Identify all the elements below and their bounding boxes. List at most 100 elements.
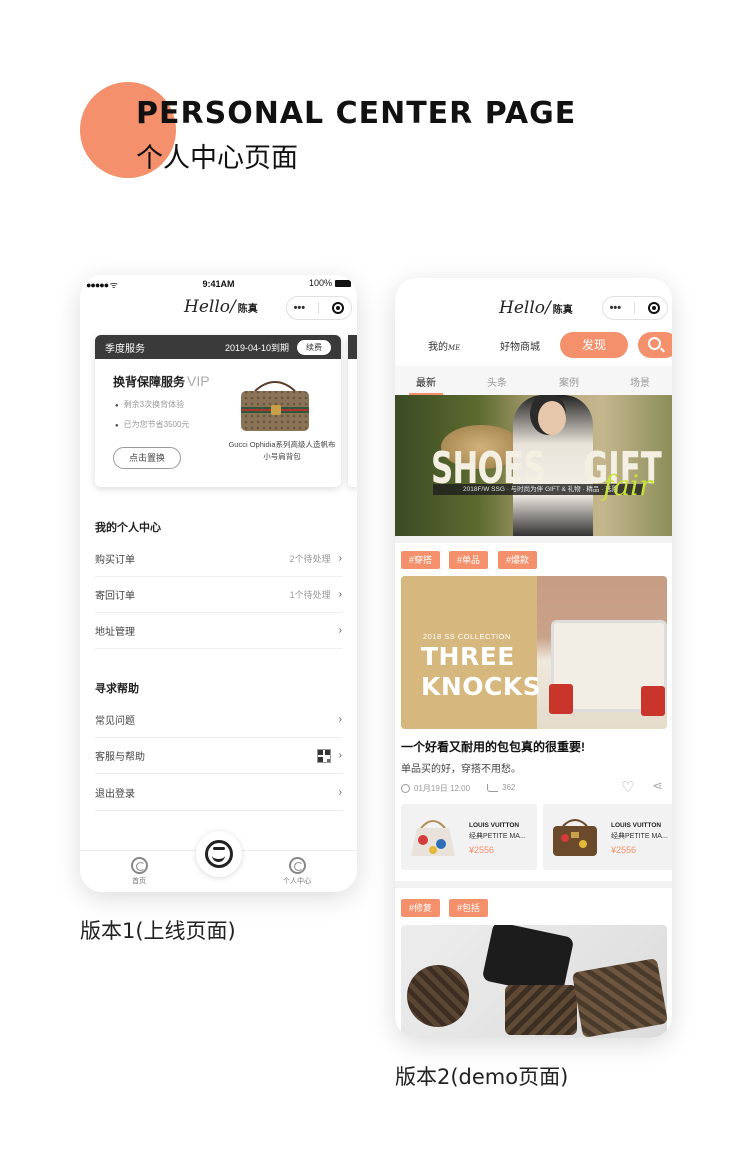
- tag-include[interactable]: #包括: [449, 899, 489, 917]
- heart-icon[interactable]: ♡: [621, 778, 634, 796]
- nav-discover-button[interactable]: 发现: [560, 332, 628, 358]
- tab-home-label: 首页: [132, 878, 146, 885]
- clock-icon: [401, 784, 410, 793]
- subtab-latest[interactable]: 最新: [416, 374, 436, 389]
- subtab-headline[interactable]: 头条: [487, 374, 507, 389]
- product-brand: LOUIS VUITTON: [469, 822, 520, 829]
- product-name: Gucci Ophidia系列高级人造帆布小号肩背包: [228, 440, 336, 461]
- hello-greeting: Hello/陈真: [184, 297, 258, 317]
- page-title-en: PERSONAL CENTER PAGE: [136, 96, 577, 131]
- row-customer-service[interactable]: 客服与帮助 ›: [95, 738, 342, 774]
- search-icon: [648, 337, 661, 350]
- subtab-cases[interactable]: 案例: [559, 374, 579, 389]
- nav-mine[interactable]: 我的ME: [428, 338, 460, 353]
- miniprogram-capsule[interactable]: •••: [602, 296, 668, 320]
- product-price: ¥2556: [611, 845, 637, 855]
- renew-button[interactable]: 续费: [297, 339, 331, 355]
- search-button[interactable]: [638, 332, 672, 358]
- tab-home[interactable]: 首页: [109, 857, 169, 886]
- row-label: 常见问题: [95, 716, 135, 727]
- row-purchase-orders[interactable]: 购买订单 2个待处理 ›: [95, 541, 342, 577]
- article-views-text: 362: [502, 783, 516, 792]
- share-icon[interactable]: ⋖: [652, 778, 663, 794]
- people-icon: [487, 783, 498, 792]
- row-label: 退出登录: [95, 789, 135, 800]
- nav-mine-label: 我的: [428, 342, 448, 353]
- row-label: 寄回订单: [95, 591, 135, 602]
- product-bag-image: [553, 819, 597, 856]
- phone-mockup-version1: ●●●●● ᯤ 9:41AM 100% Hello/陈真 ••• 季度服务 20…: [80, 275, 357, 892]
- chevron-right-icon: ›: [338, 787, 342, 798]
- tag-item[interactable]: #单品: [449, 551, 489, 569]
- row-label: 客服与帮助: [95, 752, 145, 763]
- tab-profile[interactable]: 个人中心: [267, 857, 327, 886]
- section-gap: [395, 881, 672, 888]
- profile-icon: [288, 857, 306, 874]
- logo-face-icon: [205, 840, 233, 868]
- more-menu-icon[interactable]: •••: [294, 302, 306, 314]
- chevron-right-icon: ›: [338, 553, 342, 564]
- row-logout[interactable]: 退出登录 ›: [95, 775, 342, 811]
- service-label: 季度服务: [105, 343, 145, 355]
- service-title: 换背保障服务 VIP: [113, 373, 210, 390]
- collection-label: 2018 SS COLLECTION: [423, 632, 511, 641]
- row-faq[interactable]: 常见问题 ›: [95, 702, 342, 738]
- service-savings: 已为您节省3500元: [115, 419, 190, 430]
- article-title[interactable]: 一个好看又耐用的包包真的很重要!: [401, 738, 585, 755]
- tag-hot[interactable]: #爆款: [498, 551, 538, 569]
- status-bar: ●●●●● ᯤ 9:41AM 100%: [80, 275, 357, 293]
- chevron-right-icon: ›: [338, 589, 342, 600]
- bags-photo[interactable]: [401, 925, 667, 1038]
- more-menu-icon[interactable]: •••: [610, 302, 622, 314]
- banner-script-fair: fair: [603, 469, 653, 502]
- nav-shop[interactable]: 好物商城: [500, 338, 540, 353]
- hello-greeting: Hello/陈真: [499, 298, 573, 318]
- close-target-icon[interactable]: [648, 302, 661, 314]
- capsule-divider: [634, 302, 636, 314]
- product-card[interactable]: LOUIS VUITTON 经典PETITE MA... ¥2556: [401, 804, 537, 870]
- hello-text: Hello/: [499, 298, 551, 318]
- service-card[interactable]: 季度服务 2019-04-10到期 续费 换背保障服务VIP 剩余3次换背体验 …: [95, 335, 341, 487]
- section-gap: [395, 536, 672, 543]
- caption-version2: 版本2(demo页面): [395, 1065, 569, 1089]
- tag-repair[interactable]: #修复: [401, 899, 441, 917]
- tag-outfit[interactable]: #穿搭: [401, 551, 441, 569]
- sub-tabs: 最新 头条 案例 场景: [395, 366, 672, 396]
- article-image[interactable]: 2018 SS COLLECTION THREE KNOCKS: [401, 576, 667, 729]
- help-title: 寻求帮助: [95, 683, 139, 695]
- tab-profile-label: 个人中心: [283, 878, 311, 885]
- swap-button[interactable]: 点击置换: [113, 447, 181, 469]
- promo-banner[interactable]: SHOES GIFT 2018F/W SSG · 与时尚为伴 GIFT & 礼物…: [395, 395, 672, 536]
- miniprogram-capsule[interactable]: •••: [286, 296, 352, 320]
- banner-model-head: [538, 401, 566, 435]
- product-card[interactable]: LOUIS VUITTON 经典PETITE MA... ¥2556: [543, 804, 672, 870]
- red-bag-shape: [549, 684, 573, 714]
- headline-knocks: KNOCKS: [421, 672, 542, 701]
- qr-code-icon[interactable]: [316, 748, 331, 763]
- battery-icon: [335, 279, 351, 287]
- subtab-scenes[interactable]: 场景: [630, 374, 650, 389]
- row-return-orders[interactable]: 寄回订单 1个待处理 ›: [95, 577, 342, 613]
- article-date-text: 01月19日 12:00: [414, 784, 471, 793]
- chevron-right-icon: ›: [338, 625, 342, 636]
- article-subtitle: 单品买的好，穿搭不用愁。: [401, 764, 521, 775]
- close-target-icon[interactable]: [332, 302, 345, 314]
- headline-three: THREE: [421, 642, 515, 671]
- vip-label: VIP: [187, 373, 210, 389]
- product-price: ¥2556: [469, 845, 495, 855]
- product-name: 经典PETITE MA...: [611, 833, 668, 840]
- handbag-image: [241, 381, 309, 431]
- row-address-management[interactable]: 地址管理 ›: [95, 613, 342, 649]
- service-title-text: 换背保障服务: [113, 375, 186, 389]
- top-nav: 我的ME 好物商城: [395, 330, 672, 360]
- service-remaining: 剩余3次换背体验: [115, 399, 184, 410]
- row-status: 1个待处理: [289, 590, 331, 600]
- center-logo-button[interactable]: [196, 831, 242, 877]
- nav-mine-suffix: ME: [448, 344, 461, 352]
- article-date: 01月19日 12:00: [401, 783, 470, 794]
- row-status: 2个待处理: [289, 554, 331, 564]
- next-card-peek[interactable]: [348, 335, 357, 487]
- hello-text: Hello/: [184, 297, 236, 317]
- chevron-right-icon: ›: [338, 750, 342, 761]
- my-center-title: 我的个人中心: [95, 522, 161, 534]
